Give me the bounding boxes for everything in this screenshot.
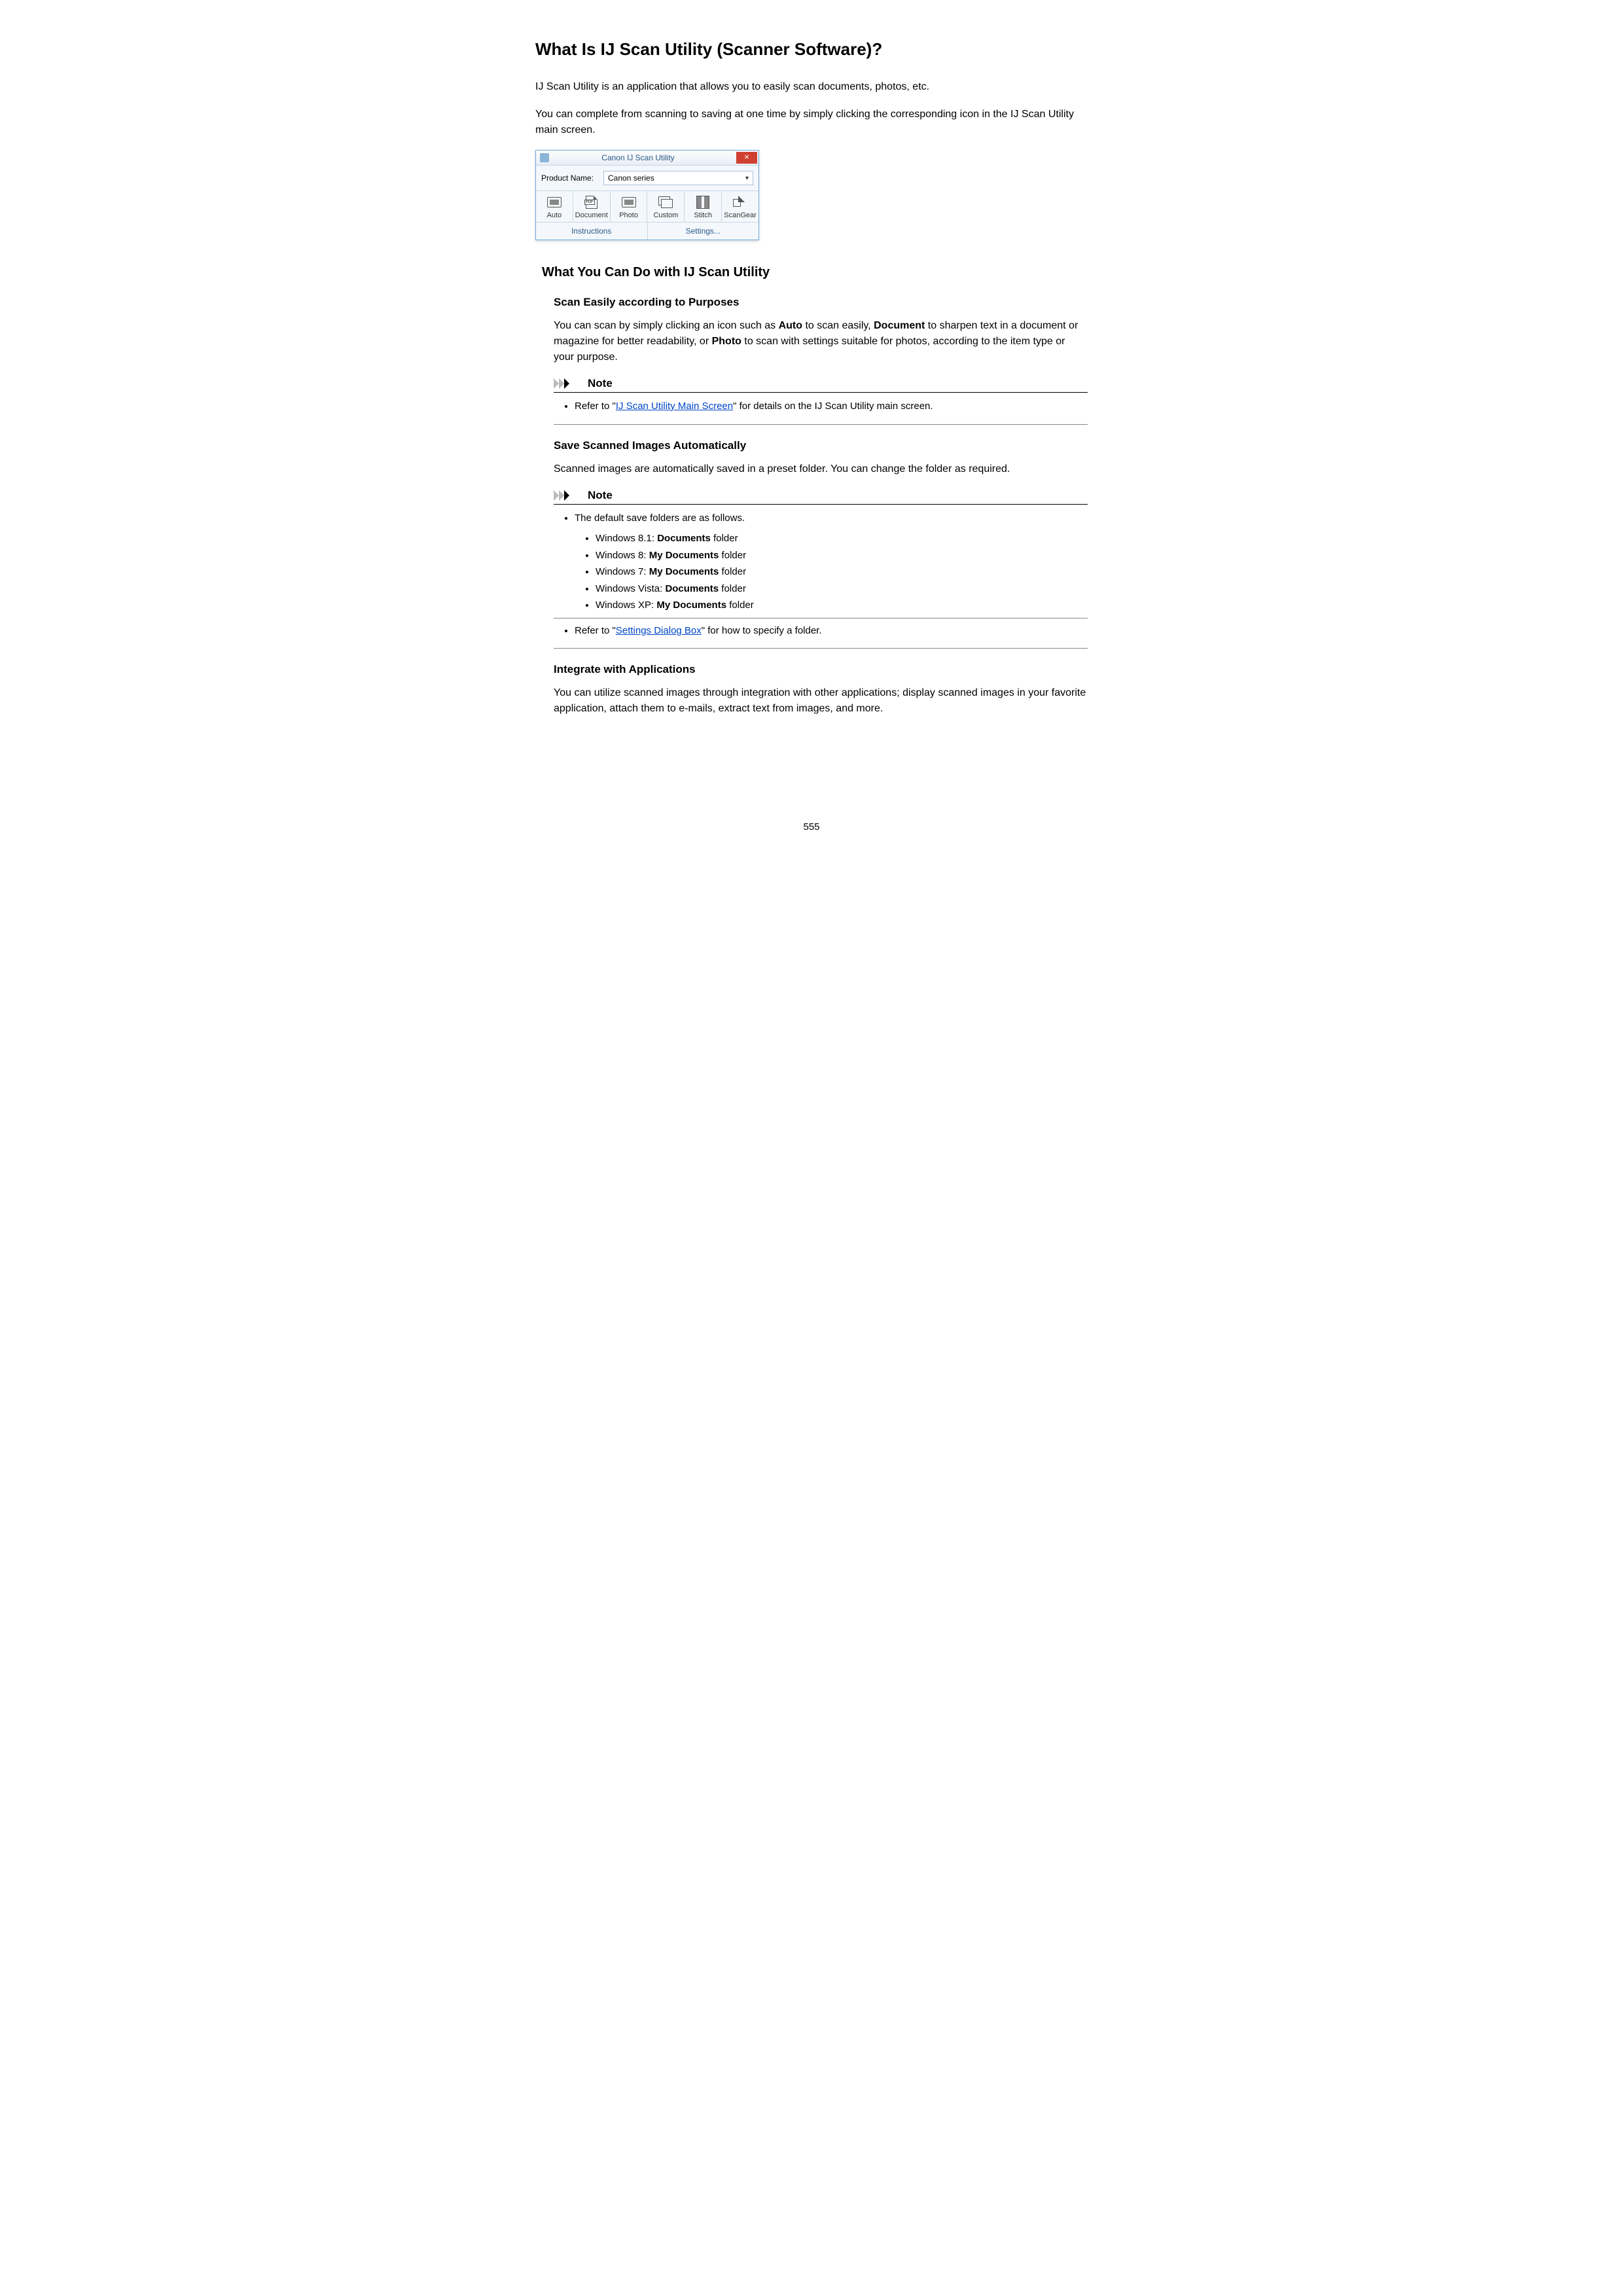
intro-p1: IJ Scan Utility is an application that a… — [535, 79, 1088, 95]
custom-icon — [656, 195, 675, 209]
chevrons-icon — [554, 490, 584, 501]
product-label: Product Name: — [541, 173, 603, 183]
os-folder-item: Windows Vista: Documents folder — [596, 581, 1088, 598]
product-select[interactable]: Canon series ▾ — [603, 171, 753, 185]
titlebar: Canon IJ Scan Utility × — [536, 151, 758, 166]
intro-p2: You can complete from scanning to saving… — [535, 107, 1088, 138]
photo-button[interactable]: Photo — [611, 191, 648, 222]
link-main-screen[interactable]: IJ Scan Utility Main Screen — [616, 401, 733, 412]
os-folder-item: Windows 7: My Documents folder — [596, 564, 1088, 581]
sub-heading-integrate: Integrate with Applications — [554, 663, 1088, 676]
scangear-label: ScanGear — [723, 211, 757, 219]
product-row: Product Name: Canon series ▾ — [536, 166, 758, 190]
t: Refer to " — [575, 401, 616, 412]
sec2-p: Scanned images are automatically saved i… — [554, 461, 1088, 477]
t: Photo — [712, 336, 741, 347]
auto-button[interactable]: Auto — [536, 191, 573, 222]
page-title: What Is IJ Scan Utility (Scanner Softwar… — [535, 39, 1088, 60]
note-ref: Refer to "Settings Dialog Box" for how t… — [575, 622, 1088, 639]
window-title: Canon IJ Scan Utility — [540, 153, 736, 162]
note-title: Note — [588, 489, 613, 502]
os-folder-item: Windows XP: My Documents folder — [596, 597, 1088, 614]
t: " for how to specify a folder. — [702, 625, 822, 636]
scangear-button[interactable]: ScanGear — [722, 191, 758, 222]
os-folder-item: Windows 8.1: Documents folder — [596, 530, 1088, 547]
t: Document — [874, 320, 925, 331]
stitch-button[interactable]: Stitch — [685, 191, 722, 222]
settings-button[interactable]: Settings... — [648, 223, 759, 240]
product-value: Canon series — [608, 173, 654, 183]
section-heading: What You Can Do with IJ Scan Utility — [542, 265, 1088, 280]
stitch-label: Stitch — [686, 211, 720, 219]
sec1-p: You can scan by simply clicking an icon … — [554, 318, 1088, 365]
sec3-p: You can utilize scanned images through i… — [554, 685, 1088, 717]
link-settings-dialog[interactable]: Settings Dialog Box — [616, 625, 702, 636]
t: Refer to " — [575, 625, 616, 636]
custom-label: Custom — [649, 211, 683, 219]
close-icon[interactable]: × — [736, 152, 757, 164]
chevron-down-icon: ▾ — [745, 175, 749, 182]
t: to scan easily, — [802, 320, 874, 331]
document-label: Document — [575, 211, 609, 219]
document-icon — [582, 195, 601, 209]
t: Auto — [779, 320, 802, 331]
t: You can scan by simply clicking an icon … — [554, 320, 779, 331]
bottom-row: Instructions Settings... — [536, 223, 758, 240]
chevrons-icon — [554, 378, 584, 389]
note-block-2: Note The default save folders are as fol… — [554, 489, 1088, 649]
scan-buttons-row: Auto Document Photo Custom Stitch ScanGe… — [536, 190, 758, 223]
photo-icon — [620, 195, 638, 209]
document-button[interactable]: Document — [573, 191, 611, 222]
stitch-icon — [694, 195, 712, 209]
sub-heading-scan-easily: Scan Easily according to Purposes — [554, 296, 1088, 309]
t: " for details on the IJ Scan Utility mai… — [733, 401, 933, 412]
auto-label: Auto — [537, 211, 571, 219]
photo-label: Photo — [612, 211, 646, 219]
sub-heading-save: Save Scanned Images Automatically — [554, 439, 1088, 452]
os-folder-item: Windows 8: My Documents folder — [596, 547, 1088, 564]
app-window: Canon IJ Scan Utility × Product Name: Ca… — [535, 150, 759, 240]
page-number: 555 — [535, 821, 1088, 833]
note-title: Note — [588, 377, 613, 390]
instructions-button[interactable]: Instructions — [536, 223, 648, 240]
scangear-icon — [731, 195, 749, 209]
auto-icon — [545, 195, 563, 209]
note-item: Refer to "IJ Scan Utility Main Screen" f… — [575, 398, 1088, 415]
note-intro: The default save folders are as follows. — [575, 510, 1088, 527]
note-block-1: Note Refer to "IJ Scan Utility Main Scre… — [554, 377, 1088, 425]
custom-button[interactable]: Custom — [647, 191, 685, 222]
